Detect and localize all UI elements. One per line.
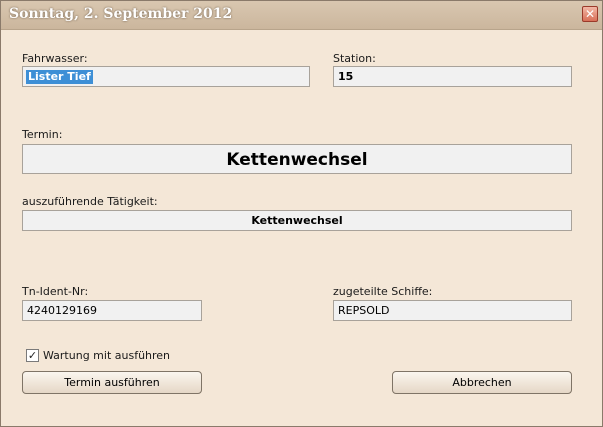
taetigkeit-field[interactable]: Kettenwechsel	[22, 210, 572, 231]
termin-label: Termin:	[22, 128, 63, 141]
tn-ident-field[interactable]: 4240129169	[22, 300, 202, 321]
station-value: 15	[338, 70, 354, 83]
termin-ausfuehren-button[interactable]: Termin ausführen	[22, 371, 202, 394]
termin-field[interactable]: Kettenwechsel	[22, 144, 572, 174]
wartung-checkbox[interactable]: ✓	[26, 349, 39, 362]
dialog-body: Fahrwasser: Lister Tief Station: 15 Term…	[1, 30, 602, 426]
wartung-label[interactable]: Wartung mit ausführen	[43, 349, 170, 362]
schiffe-field[interactable]: REPSOLD	[333, 300, 572, 321]
schiffe-value: REPSOLD	[338, 304, 390, 317]
abbrechen-button[interactable]: Abbrechen	[392, 371, 572, 394]
tn-ident-value: 4240129169	[27, 304, 97, 317]
fahrwasser-label: Fahrwasser:	[22, 52, 88, 65]
fahrwasser-field[interactable]: Lister Tief	[22, 66, 310, 87]
close-icon[interactable]: ✕	[582, 6, 598, 22]
taetigkeit-label: auszuführende Tätigkeit:	[22, 195, 158, 208]
termin-value: Kettenwechsel	[226, 150, 368, 170]
dialog-window: Sonntag, 2. September 2012 ✕ Fahrwasser:…	[0, 0, 603, 427]
taetigkeit-value: Kettenwechsel	[251, 214, 343, 227]
window-title: Sonntag, 2. September 2012	[9, 6, 233, 22]
station-field[interactable]: 15	[333, 66, 572, 87]
station-label: Station:	[333, 52, 376, 65]
schiffe-label: zugeteilte Schiffe:	[333, 285, 433, 298]
fahrwasser-value: Lister Tief	[26, 70, 93, 84]
title-bar[interactable]: Sonntag, 2. September 2012 ✕	[1, 1, 602, 30]
tn-ident-label: Tn-Ident-Nr:	[22, 285, 89, 298]
